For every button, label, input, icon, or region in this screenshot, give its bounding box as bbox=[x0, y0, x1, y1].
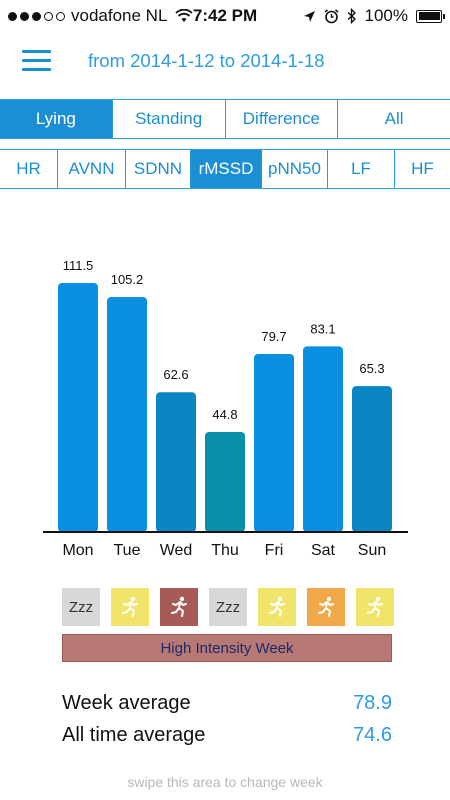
battery-percent: 100% bbox=[364, 6, 408, 25]
bar-chart-svg: 111.5 Mon 105.2 Tue 62.6 Wed 44.8 Thu 79.7 Fri 83.… bbox=[43, 258, 408, 559]
bar-sun[interactable] bbox=[352, 386, 392, 532]
alarm-clock-icon bbox=[324, 8, 339, 23]
tab-all[interactable]: All bbox=[338, 100, 450, 138]
runner-icon bbox=[307, 588, 345, 626]
category-label-fri: Fri bbox=[265, 542, 284, 559]
position-segmented-control: Lying Standing Difference All bbox=[0, 99, 450, 139]
tab-avnn[interactable]: AVNN bbox=[58, 150, 126, 188]
header: from 2014-1-12 to 2014-1-18 bbox=[0, 34, 450, 90]
week-intensity-banner: High Intensity Week bbox=[62, 634, 392, 662]
value-label-fri: 79.7 bbox=[261, 329, 286, 344]
runner-icon bbox=[356, 588, 394, 626]
value-label-tue: 105.2 bbox=[111, 272, 144, 287]
value-label-thu: 44.8 bbox=[212, 407, 237, 422]
value-label-sat: 83.1 bbox=[310, 321, 335, 336]
runner-icon bbox=[111, 588, 149, 626]
tab-hf[interactable]: HF bbox=[395, 150, 450, 188]
bar-tue[interactable] bbox=[107, 297, 147, 532]
bar-sat[interactable] bbox=[303, 346, 343, 532]
tab-standing[interactable]: Standing bbox=[113, 100, 226, 138]
menu-button[interactable] bbox=[22, 50, 51, 72]
tab-lying[interactable]: Lying bbox=[0, 100, 113, 138]
tab-difference[interactable]: Difference bbox=[226, 100, 339, 138]
all-time-average-label: All time average bbox=[62, 724, 206, 746]
status-bar: vodafone NL 7:42 PM 100% bbox=[0, 0, 450, 34]
battery-icon bbox=[416, 9, 445, 23]
bar-thu[interactable] bbox=[205, 431, 245, 532]
status-right: 100% bbox=[303, 6, 445, 26]
hamburger-icon bbox=[22, 50, 51, 53]
bluetooth-icon bbox=[347, 8, 356, 24]
runner-icon bbox=[258, 588, 296, 626]
category-label-thu: Thu bbox=[211, 542, 239, 559]
week-average-label: Week average bbox=[62, 692, 191, 714]
tab-sdnn[interactable]: SDNN bbox=[126, 150, 191, 188]
category-label-sun: Sun bbox=[358, 542, 386, 559]
category-label-tue: Tue bbox=[114, 542, 141, 559]
all-time-average-row: All time average 74.6 bbox=[62, 724, 392, 747]
tab-lf[interactable]: LF bbox=[328, 150, 395, 188]
value-label-wed: 62.6 bbox=[163, 367, 188, 382]
category-label-mon: Mon bbox=[62, 542, 93, 559]
rmssd-bar-chart[interactable]: 111.5 Mon 105.2 Tue 62.6 Wed 44.8 Thu 79.7 Fri 83.… bbox=[0, 230, 450, 570]
tab-rmssd[interactable]: rMSSD bbox=[191, 150, 262, 188]
bar-wed[interactable] bbox=[156, 392, 196, 532]
category-label-wed: Wed bbox=[160, 542, 193, 559]
metric-segmented-control: HR AVNN SDNN rMSSD pNN50 LF HF bbox=[0, 149, 450, 189]
swipe-hint: swipe this area to change week bbox=[127, 774, 323, 790]
week-average-value: 78.9 bbox=[353, 692, 392, 714]
runner-icon bbox=[160, 588, 198, 626]
sleep-tile: Zzz bbox=[209, 588, 247, 626]
value-label-mon: 111.5 bbox=[63, 258, 94, 273]
day-activity-tiles: Zzz Zzz bbox=[62, 588, 394, 626]
location-arrow-icon bbox=[303, 10, 315, 22]
week-average-row: Week average 78.9 bbox=[62, 692, 392, 715]
bar-mon[interactable] bbox=[58, 282, 98, 532]
all-time-average-value: 74.6 bbox=[353, 724, 392, 746]
sleep-tile: Zzz bbox=[62, 588, 100, 626]
value-label-sun: 65.3 bbox=[359, 361, 384, 376]
bar-fri[interactable] bbox=[254, 354, 294, 532]
tab-hr[interactable]: HR bbox=[0, 150, 58, 188]
tab-pnn50[interactable]: pNN50 bbox=[262, 150, 328, 188]
category-label-sat: Sat bbox=[311, 542, 336, 559]
date-range-title[interactable]: from 2014-1-12 to 2014-1-18 bbox=[88, 50, 325, 72]
